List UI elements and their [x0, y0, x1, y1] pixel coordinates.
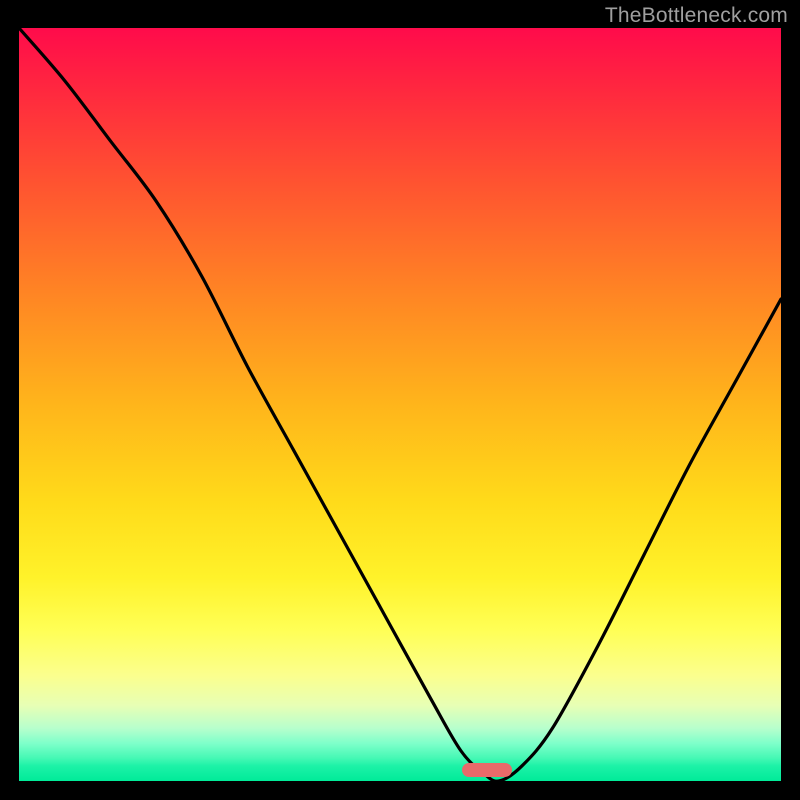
bottleneck-curve: [19, 28, 781, 781]
minimum-marker: [462, 763, 512, 777]
watermark-text: TheBottleneck.com: [605, 4, 788, 28]
curve-path: [19, 28, 781, 781]
chart-frame: TheBottleneck.com: [0, 0, 800, 800]
plot-area: [19, 28, 781, 781]
